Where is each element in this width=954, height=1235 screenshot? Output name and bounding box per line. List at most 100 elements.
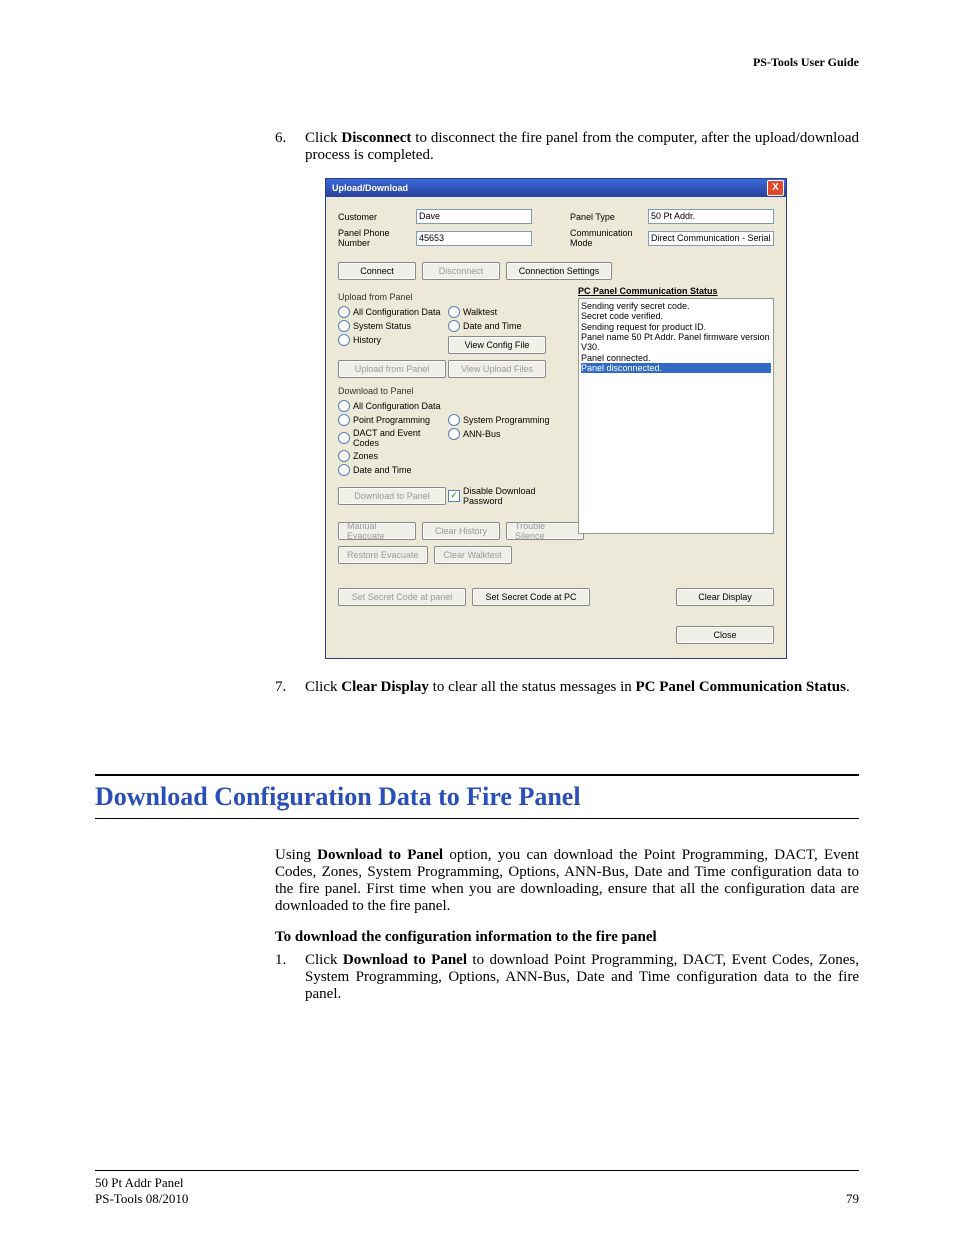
- commmode-label: Communication Mode: [570, 228, 648, 248]
- radio-label: Date and Time: [463, 321, 522, 331]
- radio-icon: [338, 334, 350, 346]
- radio-icon: [338, 450, 350, 462]
- radio-label: System Programming: [463, 415, 550, 425]
- status-line: Secret code verified.: [581, 311, 771, 321]
- step-number: 7.: [275, 679, 305, 696]
- radio-icon: [338, 432, 350, 444]
- footer-line-1: 50 Pt Addr Panel: [95, 1175, 188, 1191]
- radio-dl-zones[interactable]: Zones: [338, 450, 448, 462]
- radio-dl-annbus[interactable]: ANN-Bus: [448, 428, 568, 440]
- radio-label: Zones: [353, 451, 378, 461]
- step-7: 7. Click Clear Display to clear all the …: [275, 679, 859, 696]
- connect-button[interactable]: Connect: [338, 262, 416, 280]
- radio-label: Walktest: [463, 307, 497, 317]
- footer-line-2: PS-Tools 08/2010: [95, 1191, 188, 1207]
- radio-icon: [338, 400, 350, 412]
- text-bold: Disconnect: [341, 130, 411, 146]
- dialog-screenshot: Upload/Download X Customer Dave Panel Ph…: [325, 178, 859, 659]
- radio-icon: [448, 414, 460, 426]
- disable-password-check[interactable]: ✓Disable Download Password: [448, 486, 568, 506]
- page-footer: 50 Pt Addr Panel PS-Tools 08/2010 79: [95, 1170, 859, 1207]
- clear-walktest-button[interactable]: Clear Walktest: [434, 546, 512, 564]
- upload-from-panel-button[interactable]: Upload from Panel: [338, 360, 446, 378]
- upload-download-dialog: Upload/Download X Customer Dave Panel Ph…: [325, 178, 787, 659]
- trouble-silence-button[interactable]: Trouble Silence: [506, 522, 584, 540]
- radio-icon: [448, 320, 460, 332]
- text: Using: [275, 847, 317, 863]
- close-button[interactable]: Close: [676, 626, 774, 644]
- text: Click: [305, 130, 341, 146]
- disconnect-button[interactable]: Disconnect: [422, 262, 500, 280]
- text: to clear all the status messages in: [429, 679, 636, 695]
- text: Click: [305, 679, 341, 695]
- radio-dl-point[interactable]: Point Programming: [338, 414, 448, 426]
- paneltype-field[interactable]: 50 Pt Addr.: [648, 209, 774, 224]
- page-number: 79: [846, 1191, 859, 1207]
- step-6: 6. Click Disconnect to disconnect the fi…: [275, 130, 859, 164]
- clear-history-button[interactable]: Clear History: [422, 522, 500, 540]
- radio-dl-datetime[interactable]: Date and Time: [338, 464, 448, 476]
- view-config-button[interactable]: View Config File: [448, 336, 546, 354]
- status-line: Sending verify secret code.: [581, 301, 771, 311]
- download-header: Download to Panel: [338, 386, 568, 396]
- radio-label: Date and Time: [353, 465, 412, 475]
- section-paragraph: Using Download to Panel option, you can …: [275, 847, 859, 915]
- commmode-field[interactable]: Direct Communication - Serial: [648, 231, 774, 246]
- restore-evacuate-button[interactable]: Restore Evacuate: [338, 546, 428, 564]
- window-title: Upload/Download: [332, 183, 408, 193]
- text-bold: Download to Panel: [343, 952, 467, 968]
- download-to-panel-button[interactable]: Download to Panel: [338, 487, 446, 505]
- text: Click: [305, 952, 343, 968]
- radio-icon: [448, 306, 460, 318]
- text: .: [846, 679, 850, 695]
- radio-icon: [338, 464, 350, 476]
- customer-label: Customer: [338, 212, 416, 222]
- titlebar[interactable]: Upload/Download X: [326, 179, 786, 197]
- radio-system-status[interactable]: System Status: [338, 320, 448, 332]
- step-number: 1.: [275, 952, 305, 1003]
- connection-settings-button[interactable]: Connection Settings: [506, 262, 612, 280]
- radio-datetime[interactable]: Date and Time: [448, 320, 568, 332]
- upload-header: Upload from Panel: [338, 292, 568, 302]
- status-title: PC Panel Communication Status: [578, 286, 774, 296]
- step-body: Click Disconnect to disconnect the fire …: [305, 130, 859, 164]
- clear-display-button[interactable]: Clear Display: [676, 588, 774, 606]
- checkbox-label: Disable Download Password: [463, 486, 568, 506]
- view-upload-files-button[interactable]: View Upload Files: [448, 360, 546, 378]
- text-bold: PC Panel Communication Status: [636, 679, 846, 695]
- radio-label: All Configuration Data: [353, 401, 441, 411]
- radio-all-config[interactable]: All Configuration Data: [338, 306, 448, 318]
- checkbox-icon: ✓: [448, 490, 460, 502]
- phone-field[interactable]: 45653: [416, 231, 532, 246]
- section-title: Download Configuration Data to Fire Pane…: [95, 782, 859, 812]
- step-body: Click Clear Display to clear all the sta…: [305, 679, 859, 696]
- status-line: Panel connected.: [581, 353, 771, 363]
- radio-history[interactable]: History: [338, 334, 448, 346]
- section-rule-top: [95, 774, 859, 776]
- text-bold: Download to Panel: [317, 847, 443, 863]
- radio-icon: [448, 428, 460, 440]
- close-icon[interactable]: X: [767, 180, 784, 196]
- radio-label: All Configuration Data: [353, 307, 441, 317]
- radio-label: ANN-Bus: [463, 429, 501, 439]
- radio-dl-sysprog[interactable]: System Programming: [448, 414, 568, 426]
- footer-left: 50 Pt Addr Panel PS-Tools 08/2010: [95, 1175, 188, 1207]
- radio-dl-dact[interactable]: DACT and Event Codes: [338, 428, 448, 448]
- radio-dl-allconf[interactable]: All Configuration Data: [338, 400, 448, 412]
- page-header: PS-Tools User Guide: [95, 55, 859, 70]
- set-secret-pc-button[interactable]: Set Secret Code at PC: [472, 588, 590, 606]
- radio-icon: [338, 306, 350, 318]
- set-secret-panel-button[interactable]: Set Secret Code at panel: [338, 588, 466, 606]
- radio-icon: [338, 414, 350, 426]
- step-body: Click Download to Panel to download Poin…: [305, 952, 859, 1003]
- radio-label: Point Programming: [353, 415, 430, 425]
- manual-evacuate-button[interactable]: Manual Evacuate: [338, 522, 416, 540]
- radio-icon: [338, 320, 350, 332]
- paneltype-label: Panel Type: [570, 212, 648, 222]
- status-listbox[interactable]: Sending verify secret code. Secret code …: [578, 298, 774, 534]
- radio-label: DACT and Event Codes: [353, 428, 448, 448]
- radio-walktest[interactable]: Walktest: [448, 306, 568, 318]
- customer-field[interactable]: Dave: [416, 209, 532, 224]
- step-1-download: 1. Click Download to Panel to download P…: [275, 952, 859, 1003]
- radio-label: History: [353, 335, 381, 345]
